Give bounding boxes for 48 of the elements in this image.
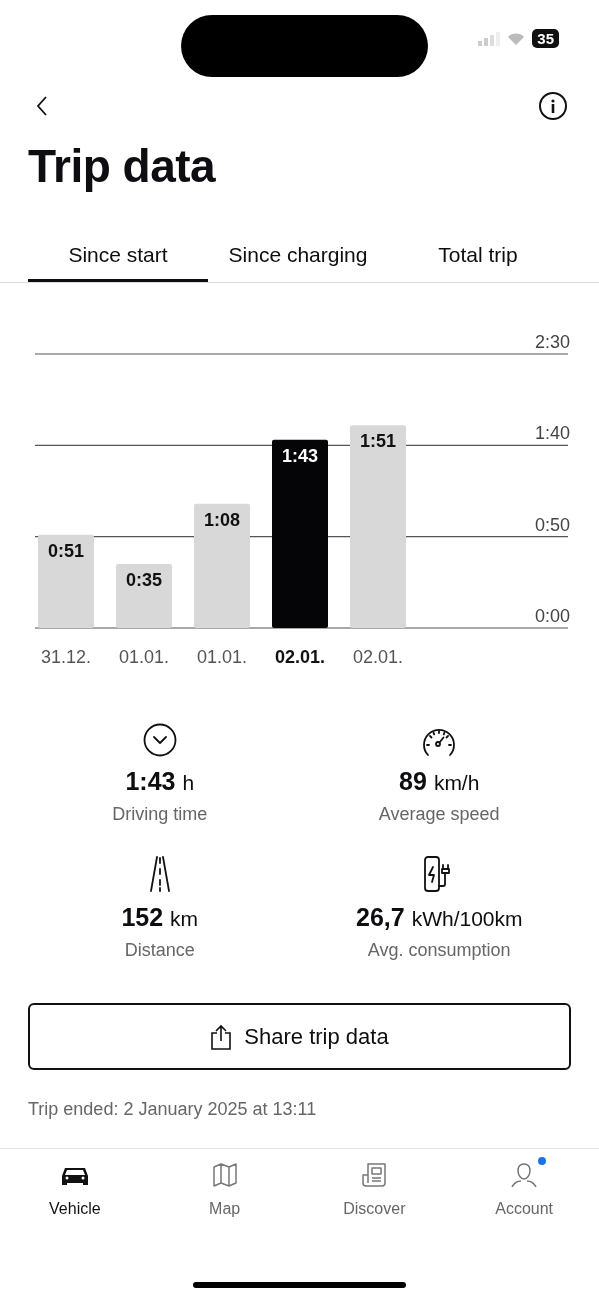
newspaper-icon (361, 1162, 388, 1188)
bar-value-label: 1:08 (204, 509, 240, 530)
axis-tick-label: 2:30 (534, 332, 570, 352)
stat-label: Driving time (112, 803, 208, 826)
share-button[interactable]: Share trip data (28, 1003, 571, 1070)
nav-tab[interactable]: Account (449, 1161, 599, 1221)
axis-category-label: 02.01. (275, 647, 325, 667)
tab[interactable]: Total trip (388, 230, 568, 282)
nav-tab[interactable]: Map (149, 1161, 300, 1221)
stat-value: 152 km (121, 902, 199, 933)
stat-label: Distance (124, 939, 195, 962)
tab[interactable]: Since start (28, 230, 208, 282)
clock-chevron-icon (142, 723, 177, 757)
battery-indicator: 35 (532, 29, 559, 48)
axis-category-label: 02.01. (353, 647, 403, 667)
map-icon (211, 1162, 238, 1188)
stat-label: Avg. consumption (367, 939, 511, 962)
bar-value-label: 1:43 (282, 445, 318, 466)
bar[interactable] (272, 439, 328, 628)
bar[interactable] (194, 503, 250, 628)
axis-tick-label: 0:00 (534, 606, 570, 626)
axis-category-label: 01.01. (197, 647, 247, 667)
info-button[interactable] (539, 92, 567, 120)
person-icon (510, 1162, 539, 1188)
share-icon (210, 1023, 233, 1050)
chevron-left-icon (36, 96, 48, 116)
speedometer-icon (421, 727, 458, 757)
nav-tab[interactable]: Discover (299, 1161, 450, 1221)
bar-value-label: 0:35 (126, 570, 162, 591)
axis-category-label: 31.12. (41, 647, 91, 667)
signal-icon (478, 31, 501, 46)
wifi-icon (508, 32, 525, 45)
bar-value-label: 1:51 (360, 431, 396, 452)
stat-label: Average speed (378, 803, 500, 826)
trip-ended-text: Trip ended: 2 January 2025 at 13:11 (27, 1098, 318, 1121)
info-icon (550, 99, 556, 113)
axis-tick-label: 1:40 (534, 423, 570, 444)
stat-value: 1:43 h (125, 766, 195, 797)
axis-category-label: 01.01. (119, 647, 169, 667)
stat-value: 89 km/h (399, 766, 480, 797)
bar[interactable] (38, 534, 94, 628)
bar[interactable] (116, 564, 172, 628)
stat-value: 26,7 kWh/100km (356, 902, 523, 933)
bar-value-label: 0:51 (48, 540, 84, 561)
page-title: Trip data (27, 139, 217, 194)
tab[interactable]: Since charging (208, 230, 388, 282)
nav-tab[interactable]: Vehicle (0, 1161, 150, 1221)
axis-tick-label: 0:50 (534, 514, 570, 535)
